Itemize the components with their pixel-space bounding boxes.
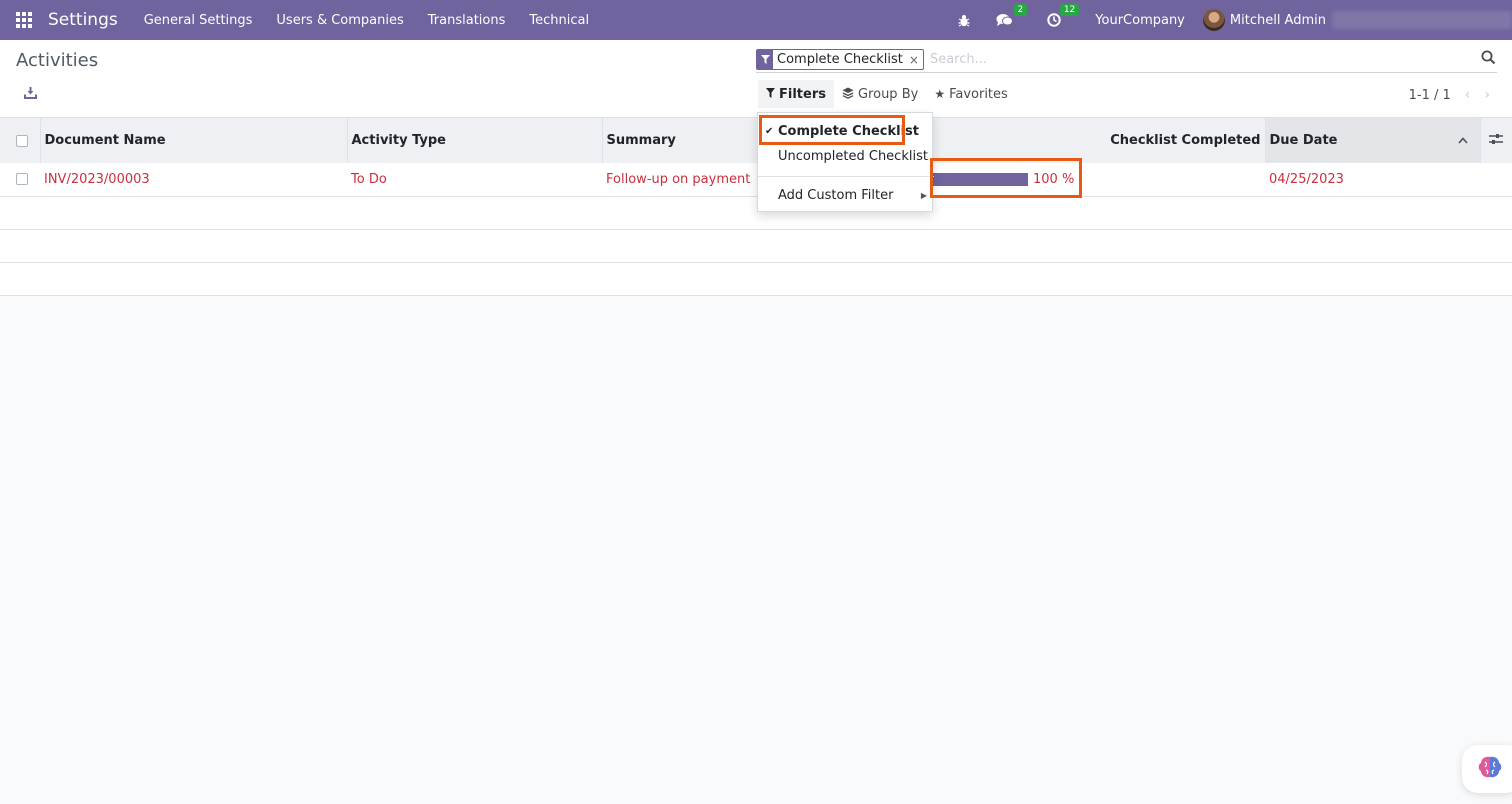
activities-badge: 12 [1059,4,1080,16]
facet-label: Complete Checklist [777,52,903,67]
menu-general-settings[interactable]: General Settings [132,13,265,28]
filters-label: Filters [779,86,826,102]
cell-due-date[interactable]: 04/25/2023 [1265,163,1480,196]
search-bar: Complete Checklist × [756,47,1497,73]
redacted-area [1332,11,1512,29]
pager-previous-icon[interactable]: ‹ [1465,87,1471,103]
user-avatar[interactable] [1202,9,1225,31]
progress-fill [932,172,1028,186]
col-due-date-label: Due Date [1269,133,1338,148]
star-icon: ★ [934,87,946,101]
search-panel-buttons: Filters Group By ★ Favorites [758,80,1016,108]
filter-uncompleted-label: Uncompleted Checklist [778,148,928,164]
main-menu: General Settings Users & Companies Trans… [132,13,601,28]
filter-facet-icon [757,50,773,69]
filters-button[interactable]: Filters [758,80,834,108]
search-facet: Complete Checklist × [756,49,924,70]
filters-dropdown: ✔ Complete Checklist Uncompleted Checkli… [757,112,934,212]
col-due-date[interactable]: Due Date [1265,118,1481,163]
cell-document-name[interactable]: INV/2023/00003 [40,163,347,196]
group-by-button[interactable]: Group By [834,80,926,108]
filter-uncompleted-checklist[interactable]: Uncompleted Checklist [758,145,934,167]
empty-row [0,262,1512,295]
page-title: Activities [16,50,99,71]
menu-translations[interactable]: Translations [416,13,518,28]
col-document-name[interactable]: Document Name [40,118,348,163]
caret-right-icon: ▶ [920,190,927,200]
progress-label: 100 % [1033,171,1075,187]
cell-checklist-completed[interactable]: 100 % [928,163,1265,196]
filter-complete-label: Complete Checklist [778,123,919,139]
check-icon: ✔ [765,125,774,137]
systray: 2 12 YourCompany Mitchell Admin [948,0,1512,40]
pager-value[interactable]: 1-1 / 1 [1409,88,1451,103]
debug-bug-icon[interactable] [958,14,970,27]
add-custom-filter-label: Add Custom Filter [778,187,894,203]
download-icon[interactable] [24,86,37,103]
cell-spacer [1480,163,1512,196]
select-all-checkbox[interactable] [16,134,28,147]
table-header: Document Name Activity Type Summary Chec… [0,118,1512,163]
user-menu[interactable]: Mitchell Admin [1230,13,1326,28]
top-navbar: Settings General Settings Users & Compan… [0,0,1512,40]
search-icon[interactable] [1481,50,1497,66]
checklist-progress: 100 % [932,172,1261,187]
assistant-launcher[interactable] [1462,745,1512,793]
optional-columns-icon[interactable] [1480,118,1512,163]
select-all-cell [0,118,41,163]
cell-activity-type[interactable]: To Do [347,163,602,196]
filter-icon [766,87,775,101]
menu-technical[interactable]: Technical [517,13,601,28]
add-custom-filter[interactable]: Add Custom Filter ▶ [758,184,934,206]
layers-icon [842,87,854,102]
apps-menu-icon[interactable] [0,0,48,40]
group-by-label: Group By [857,86,919,102]
favorites-label: Favorites [949,86,1008,102]
row-select-cell [0,163,40,196]
sort-chevron-up-icon [1457,133,1468,148]
facet-remove-icon[interactable]: × [907,50,923,69]
control-panel: Activities Complete Checklist × Filters … [0,40,1512,118]
messages-badge: 2 [1013,4,1028,16]
search-input[interactable] [929,52,1497,67]
messages-icon[interactable]: 2 [996,4,1028,27]
company-switcher[interactable]: YourCompany [1095,13,1185,28]
favorites-button[interactable]: ★ Favorites [926,80,1016,108]
empty-row [0,229,1512,262]
pager: 1-1 / 1 ‹ › [1409,87,1490,103]
col-activity-type[interactable]: Activity Type [347,118,603,163]
app-name[interactable]: Settings [48,10,118,30]
col-checklist-completed[interactable]: Checklist Completed [928,118,1266,163]
activities-clock-icon[interactable]: 12 [1047,4,1080,27]
pager-next-icon[interactable]: › [1484,87,1490,103]
empty-row [0,196,1512,229]
menu-users-companies[interactable]: Users & Companies [264,13,415,28]
row-checkbox[interactable] [16,173,28,186]
dropdown-divider [758,176,934,177]
brain-icon [1477,755,1503,783]
table-row[interactable]: INV/2023/00003 To Do Follow-up on paymen… [0,163,1512,196]
filter-complete-checklist[interactable]: ✔ Complete Checklist [758,120,934,142]
progress-bar [932,172,1028,186]
activities-list: Document Name Activity Type Summary Chec… [0,118,1512,296]
